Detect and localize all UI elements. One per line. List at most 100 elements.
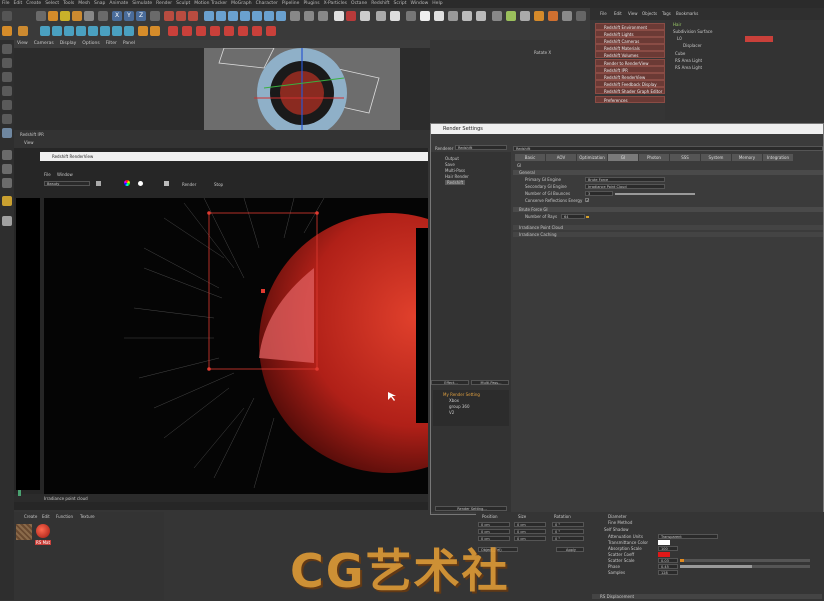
snapshot-icon[interactable]	[96, 181, 101, 186]
conserve-checkbox[interactable]: ✓	[585, 198, 589, 203]
apply-button[interactable]: Apply	[556, 547, 584, 552]
menu-item[interactable]: Redshift	[369, 0, 391, 8]
rotation-p[interactable]: 0 °	[552, 529, 584, 534]
om-menu-item[interactable]: Bookmarks	[676, 11, 698, 16]
light-bulb-icon[interactable]	[376, 11, 386, 21]
multipass-button[interactable]: Multi-Pass...	[471, 380, 509, 385]
select-icon[interactable]	[36, 11, 46, 21]
scatter-scale-field[interactable]: 0.03	[658, 558, 678, 563]
environment-icon[interactable]	[506, 11, 516, 21]
axis-icon[interactable]	[2, 86, 12, 96]
redshift-menu-item[interactable]: Redshift Volumes	[595, 51, 665, 58]
redshift-menu-item[interactable]: Redshift Shader Graph Editor	[595, 87, 665, 94]
light-icon[interactable]	[290, 11, 300, 21]
camera-tag-icon[interactable]	[562, 11, 572, 21]
sun-icon[interactable]	[520, 11, 530, 21]
section-irradiance-point-cloud[interactable]: Irradiance Point Cloud	[513, 225, 823, 230]
absorption-field[interactable]: 100	[658, 546, 678, 551]
floor-icon[interactable]	[264, 11, 274, 21]
hair-material-swatch[interactable]	[16, 524, 32, 540]
workplane-icon[interactable]	[100, 26, 110, 36]
viewport-menu-item[interactable]: Panel	[120, 40, 138, 48]
preset-item[interactable]: V2	[449, 410, 454, 415]
scatter-scale-slider[interactable]	[680, 559, 810, 562]
position-y[interactable]: 0 cm	[478, 529, 510, 534]
scatter-color-swatch[interactable]	[658, 552, 670, 557]
preset-item[interactable]: Xbox	[449, 398, 459, 403]
workplane-icon[interactable]	[2, 178, 12, 188]
preset-item[interactable]: My Render Setting	[443, 392, 480, 397]
render-setting-button[interactable]: Render Setting...	[435, 506, 507, 511]
menu-item[interactable]: Tools	[61, 0, 76, 8]
axis-z-icon[interactable]: Z	[136, 11, 146, 21]
rs-proxy-icon[interactable]	[266, 26, 276, 36]
rv-menu-item[interactable]: File	[44, 172, 51, 177]
rotate-icon[interactable]	[72, 11, 82, 21]
transmittance-color-swatch[interactable]	[658, 540, 670, 545]
object-row[interactable]: RS Area Light	[675, 58, 702, 63]
menu-item[interactable]: Window	[409, 0, 431, 8]
menu-item[interactable]: Motion Tracker	[192, 0, 229, 8]
white-point-icon[interactable]	[138, 181, 143, 186]
rs-sun-icon[interactable]	[238, 26, 248, 36]
tree-item[interactable]: Hair Render	[445, 174, 469, 179]
render-canvas[interactable]	[44, 198, 428, 494]
rays-slider-handle[interactable]	[586, 216, 589, 218]
menu-item[interactable]: Mesh	[76, 0, 92, 8]
edit-mode-icon[interactable]	[2, 26, 12, 36]
render-icon[interactable]	[176, 11, 186, 21]
subdivision-icon[interactable]	[228, 11, 238, 21]
redshift-menu-item[interactable]: Preferences	[595, 96, 665, 103]
tab-sss[interactable]: SSS	[670, 154, 700, 161]
section-irradiance-caching[interactable]: Irradiance Caching	[513, 232, 823, 237]
menu-item[interactable]: Render	[154, 0, 174, 8]
menu-item[interactable]: Help	[430, 0, 444, 8]
points-icon[interactable]	[2, 100, 12, 110]
menu-item[interactable]: Animate	[107, 0, 130, 8]
menu-item[interactable]: Simulate	[130, 0, 154, 8]
tab-system[interactable]: System	[701, 154, 731, 161]
dome-light-icon[interactable]	[390, 11, 400, 21]
rs-environment-icon[interactable]	[210, 26, 220, 36]
redshift-menu-item[interactable]: Redshift Feedback Display	[595, 80, 665, 87]
menu-item[interactable]: Plugins	[301, 0, 321, 8]
array-icon[interactable]	[240, 11, 250, 21]
position-x[interactable]: 0 cm	[478, 522, 510, 527]
rv-menu-item[interactable]: Window	[57, 172, 73, 177]
object-row[interactable]: Displacer	[683, 43, 702, 48]
pen-icon[interactable]	[216, 11, 226, 21]
om-menu-item[interactable]: File	[600, 11, 607, 16]
tab-gi[interactable]: GI	[608, 154, 638, 161]
menu-item[interactable]: X-Particles	[322, 0, 349, 8]
section-general[interactable]: General	[513, 170, 823, 175]
model-icon[interactable]	[2, 58, 12, 68]
secondary-gi-select[interactable]: Irradiance Point Cloud	[585, 184, 665, 189]
keyframe-icon[interactable]	[150, 26, 160, 36]
render-settings-icon[interactable]	[188, 11, 198, 21]
tree-item-selected[interactable]: Redshift	[445, 180, 466, 185]
hair-icon[interactable]	[304, 11, 314, 21]
redshift-menu-item[interactable]: Redshift RenderView	[595, 73, 665, 80]
texture-icon[interactable]	[2, 72, 12, 82]
viewport-menu-item[interactable]: Cameras	[31, 40, 57, 48]
undo-icon[interactable]	[2, 11, 12, 21]
texture-icon[interactable]	[448, 11, 458, 21]
layout-icon[interactable]	[576, 11, 586, 21]
texture-mode-icon[interactable]	[88, 26, 98, 36]
viewport-menu-item[interactable]: Display	[57, 40, 80, 48]
om-menu-item[interactable]: Tags	[662, 11, 671, 16]
model-mode-icon[interactable]	[18, 26, 28, 36]
stop-button[interactable]: Stop	[214, 182, 223, 187]
snap-icon[interactable]	[112, 26, 122, 36]
om-menu-item[interactable]: View	[628, 11, 638, 16]
attr-section[interactable]: Self Shadow	[604, 527, 629, 532]
rotation-b[interactable]: 0 °	[552, 536, 584, 541]
bounces-field[interactable]: 3	[585, 191, 613, 196]
tag-icon[interactable]	[406, 11, 416, 21]
tab-photon[interactable]: Photon	[639, 154, 669, 161]
object-row[interactable]: RS Area Light	[675, 65, 702, 70]
live-select-icon[interactable]	[84, 11, 94, 21]
move-icon[interactable]	[48, 11, 58, 21]
rs-camera-icon[interactable]	[196, 26, 206, 36]
checker-icon[interactable]	[420, 11, 430, 21]
